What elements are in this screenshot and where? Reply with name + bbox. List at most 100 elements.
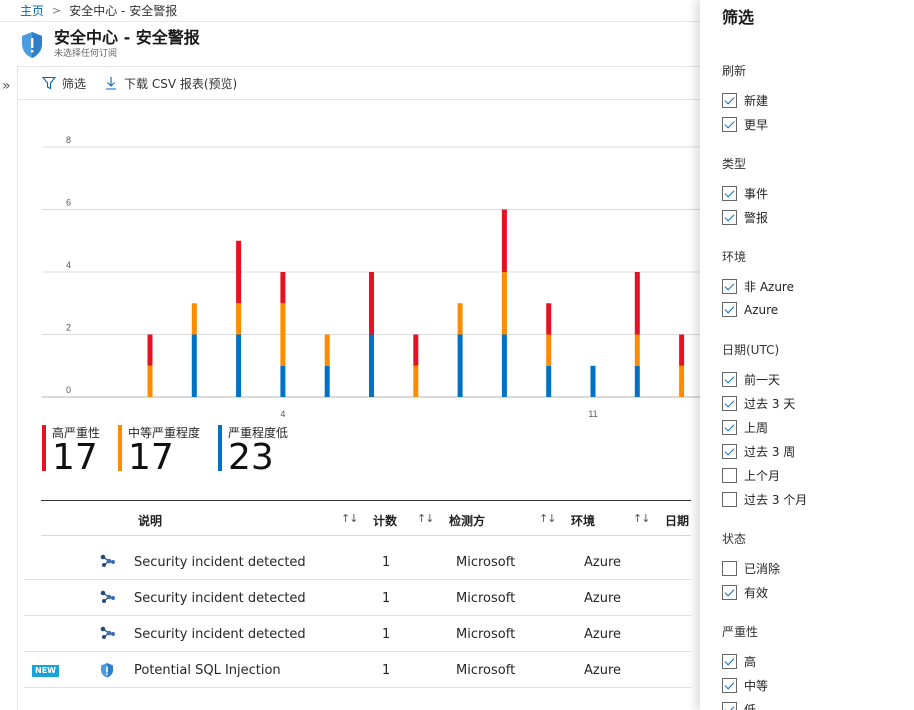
checkbox-checked-icon[interactable]	[722, 279, 737, 294]
filter-checkbox[interactable]: 过去 3 周	[722, 443, 795, 460]
sort-arrows-icon[interactable]: ↑↓	[341, 512, 358, 525]
checkbox-checked-icon[interactable]	[722, 302, 737, 317]
checkbox-checked-icon[interactable]	[722, 585, 737, 600]
checkbox-checked-icon[interactable]	[722, 372, 737, 387]
bar-segment[interactable]	[236, 303, 242, 335]
x-tick-label: 11	[588, 409, 597, 419]
column-header-date[interactable]: 日期	[665, 512, 689, 529]
bar-segment[interactable]	[634, 365, 640, 397]
filter-checkbox-label: 中等	[744, 679, 769, 693]
bar-segment[interactable]	[191, 334, 197, 398]
checkbox-unchecked-icon[interactable]	[722, 561, 737, 576]
bar-segment[interactable]	[413, 334, 419, 366]
filter-checkbox[interactable]: 中等	[722, 677, 768, 694]
filter-checkbox[interactable]: 前一天	[722, 371, 780, 388]
sort-arrows-icon[interactable]: ↑↓	[417, 512, 434, 525]
bar-segment[interactable]	[501, 334, 507, 398]
checkbox-checked-icon[interactable]	[722, 186, 737, 201]
filter-checkbox[interactable]: 低	[722, 701, 756, 710]
filter-checkbox[interactable]: 高	[722, 653, 756, 670]
alert-count: 1	[382, 627, 391, 642]
bar-segment[interactable]	[324, 334, 330, 366]
filter-checkbox[interactable]: 上个月	[722, 467, 780, 484]
bar-segment[interactable]	[546, 334, 552, 366]
checkbox-checked-icon[interactable]	[722, 117, 737, 132]
filter-checkbox-label: 低	[744, 703, 757, 710]
bar-segment[interactable]	[501, 209, 507, 273]
filter-panel: 筛选 刷新 新建 更早 类型 事件 警报 环境非 Azure Azure 日期(UTC) 前一天过…	[700, 0, 914, 710]
filter-section-label: 类型	[722, 157, 747, 171]
bar-segment[interactable]	[147, 334, 153, 366]
checkbox-unchecked-icon[interactable]	[722, 468, 737, 483]
breadcrumb-home-link[interactable]: 主页	[20, 2, 44, 19]
bar-segment[interactable]	[634, 334, 640, 366]
download-csv-button[interactable]: 下载 CSV 报表(预览)	[104, 75, 237, 92]
filter-checkbox[interactable]: 新建	[722, 92, 768, 109]
column-header-description[interactable]: 说明	[138, 512, 162, 529]
checkbox-checked-icon[interactable]	[722, 678, 737, 693]
checkbox-checked-icon[interactable]	[722, 444, 737, 459]
table-row[interactable]: NEW Potential SQL Injection 1 Microsoft …	[24, 652, 691, 688]
column-header-environment[interactable]: 环境	[571, 512, 595, 529]
bar-segment[interactable]	[457, 334, 463, 398]
total-low[interactable]: 严重程度低 23	[218, 425, 288, 476]
checkbox-checked-icon[interactable]	[722, 396, 737, 411]
filter-checkbox[interactable]: 非 Azure	[722, 278, 794, 295]
column-header-detected-by[interactable]: 检测方	[449, 512, 485, 529]
bar-segment[interactable]	[546, 303, 552, 335]
alert-environment: Azure	[584, 663, 622, 678]
total-medium[interactable]: 中等严重程度 17	[118, 425, 200, 476]
table-row[interactable]: Security incident detected 1 Microsoft A…	[24, 616, 691, 652]
incident-icon	[100, 626, 115, 639]
checkbox-unchecked-icon[interactable]	[722, 492, 737, 507]
filter-checkbox[interactable]: 有效	[722, 584, 768, 601]
alerts-table: 说明 ↑↓ 计数 ↑↓ 检测方 ↑↓ 环境 ↑↓ 日期 Security inc…	[24, 500, 691, 688]
bar-segment[interactable]	[634, 272, 640, 335]
bar-segment[interactable]	[324, 365, 330, 397]
bar-segment[interactable]	[191, 303, 197, 335]
filter-button[interactable]: 筛选	[42, 75, 86, 92]
bar-segment[interactable]	[369, 334, 374, 398]
total-high[interactable]: 高严重性 17	[42, 425, 100, 476]
filter-panel-title: 筛选	[722, 8, 755, 27]
y-tick-label: 0	[66, 385, 71, 395]
sort-arrows-icon[interactable]: ↑↓	[633, 512, 650, 525]
column-header-count[interactable]: 计数	[373, 512, 397, 529]
page-title: 安全中心 - 安全警报	[54, 28, 200, 47]
filter-checkbox[interactable]: 更早	[722, 116, 768, 133]
bar-segment[interactable]	[369, 272, 374, 335]
bar-segment[interactable]	[501, 272, 507, 335]
expand-double-chevron-icon[interactable]: »	[2, 78, 11, 94]
y-tick-label: 8	[66, 135, 71, 145]
checkbox-checked-icon[interactable]	[722, 420, 737, 435]
checkbox-checked-icon[interactable]	[722, 702, 737, 710]
alert-description: Security incident detected	[134, 591, 306, 606]
bar-segment[interactable]	[147, 365, 153, 397]
bar-segment[interactable]	[236, 240, 242, 304]
bar-segment[interactable]	[236, 334, 242, 398]
bar-segment[interactable]	[679, 365, 685, 397]
bar-segment[interactable]	[280, 365, 286, 397]
bar-segment[interactable]	[280, 303, 286, 366]
filter-checkbox[interactable]: 上周	[722, 419, 768, 436]
filter-checkbox[interactable]: 过去 3 天	[722, 395, 795, 412]
filter-checkbox[interactable]: 事件	[722, 185, 768, 202]
bar-segment[interactable]	[679, 334, 685, 366]
table-row[interactable]: Security incident detected 1 Microsoft A…	[24, 580, 691, 616]
filter-checkbox[interactable]: Azure	[722, 302, 778, 317]
bar-segment[interactable]	[280, 272, 286, 304]
bar-segment[interactable]	[413, 365, 419, 397]
bar-segment[interactable]	[546, 365, 552, 397]
bar-segment[interactable]	[457, 303, 463, 335]
bar-segment[interactable]	[590, 365, 596, 397]
checkbox-checked-icon[interactable]	[722, 654, 737, 669]
checkbox-checked-icon[interactable]	[722, 210, 737, 225]
table-row[interactable]: Security incident detected 1 Microsoft A…	[24, 544, 691, 580]
filter-checkbox[interactable]: 已消除	[722, 560, 780, 577]
filter-checkbox[interactable]: 警报	[722, 209, 768, 226]
filter-checkbox[interactable]: 过去 3 个月	[722, 491, 807, 508]
checkbox-checked-icon[interactable]	[722, 93, 737, 108]
alert-detected-by: Microsoft	[456, 591, 516, 606]
filter-checkbox-label: 上周	[744, 421, 769, 435]
sort-arrows-icon[interactable]: ↑↓	[539, 512, 556, 525]
